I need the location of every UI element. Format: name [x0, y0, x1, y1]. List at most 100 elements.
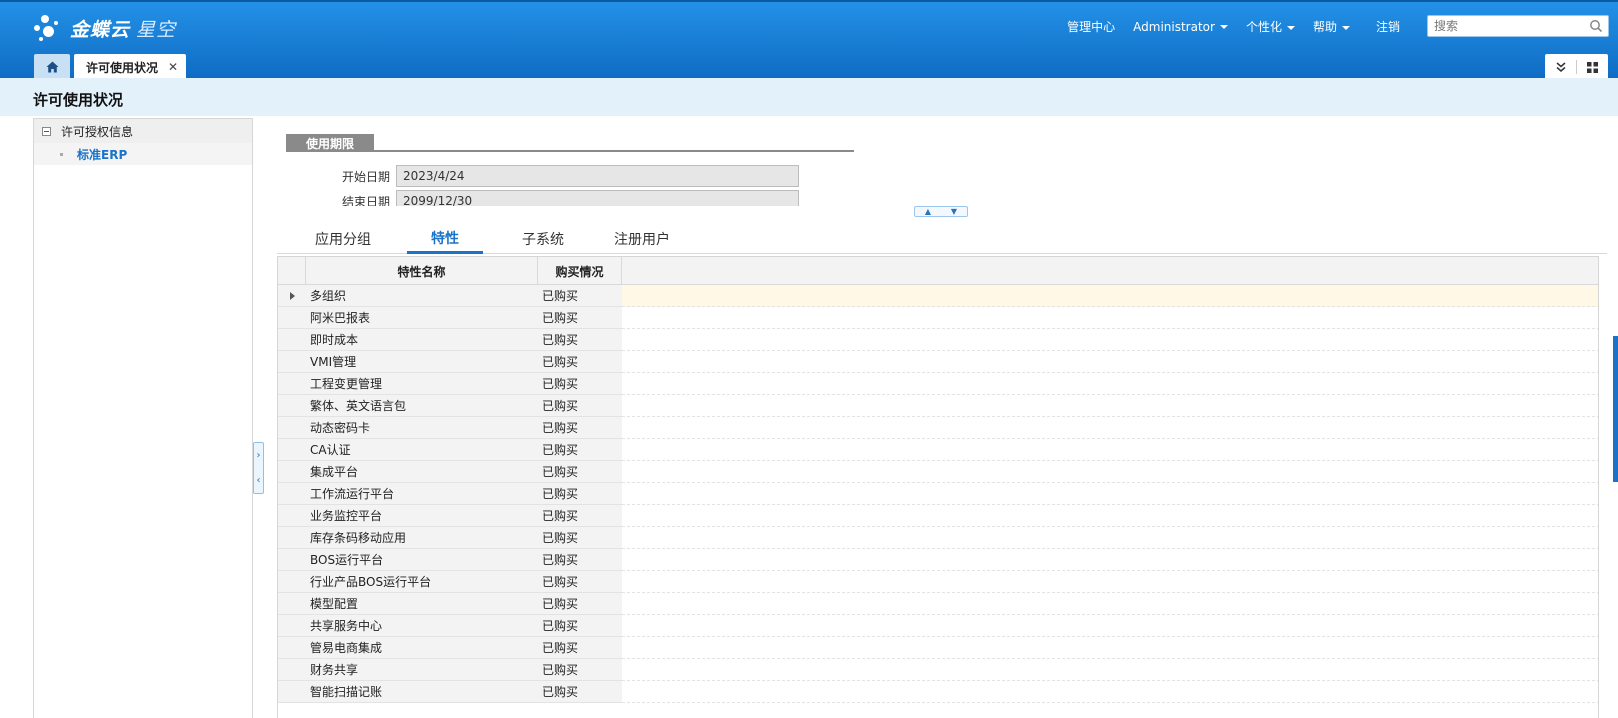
table-row[interactable]: 即时成本 已购买	[278, 329, 1598, 351]
cell-feature-name: 工作流运行平台	[306, 483, 538, 505]
column-header-purchase-status[interactable]: 购买情况	[538, 257, 622, 285]
start-date-field: 2023/4/24	[396, 165, 799, 187]
table-row[interactable]: 多组织 已购买	[278, 285, 1598, 307]
row-indicator[interactable]	[278, 285, 306, 307]
row-indicator[interactable]	[278, 615, 306, 637]
cell-feature-name: 繁体、英文语言包	[306, 395, 538, 417]
table-row[interactable]: 工作流运行平台 已购买	[278, 483, 1598, 505]
cell-empty	[622, 527, 1598, 549]
table-row[interactable]: 工程变更管理 已购买	[278, 373, 1598, 395]
cell-empty	[622, 395, 1598, 417]
cell-empty	[622, 637, 1598, 659]
section-expand-toggle[interactable]: ▲ ▼	[914, 206, 968, 217]
table-row[interactable]: 模型配置 已购买	[278, 593, 1598, 615]
row-indicator[interactable]	[278, 659, 306, 681]
cell-purchase-status: 已购买	[538, 329, 622, 351]
table-row[interactable]: 智能扫描记账 已购买	[278, 681, 1598, 703]
cell-purchase-status: 已购买	[538, 307, 622, 329]
panel-collapse-handle[interactable]: › ‹	[253, 442, 264, 494]
cell-purchase-status: 已购买	[538, 637, 622, 659]
cell-empty	[622, 593, 1598, 615]
cell-purchase-status: 已购买	[538, 527, 622, 549]
cell-purchase-status: 已购买	[538, 483, 622, 505]
cell-empty	[622, 483, 1598, 505]
cell-empty	[622, 505, 1598, 527]
row-indicator[interactable]	[278, 461, 306, 483]
cell-feature-name: 智能扫描记账	[306, 681, 538, 703]
tab-subsystems[interactable]: 子系统	[505, 224, 581, 254]
cell-purchase-status: 已购买	[538, 285, 622, 307]
row-indicator[interactable]	[278, 637, 306, 659]
cell-empty	[622, 373, 1598, 395]
row-indicator[interactable]	[278, 505, 306, 527]
row-indicator[interactable]	[278, 439, 306, 461]
cell-empty	[622, 659, 1598, 681]
cell-purchase-status: 已购买	[538, 417, 622, 439]
table-row[interactable]: 动态密码卡 已购买	[278, 417, 1598, 439]
table-row[interactable]: 阿米巴报表 已购买	[278, 307, 1598, 329]
cell-feature-name: 库存条码移动应用	[306, 527, 538, 549]
scroll-indicator[interactable]	[1613, 336, 1618, 482]
row-indicator[interactable]	[278, 373, 306, 395]
row-indicator[interactable]	[278, 417, 306, 439]
cell-feature-name: 财务共享	[306, 659, 538, 681]
cell-empty	[622, 549, 1598, 571]
cell-empty	[622, 439, 1598, 461]
chevron-left-icon: ‹	[256, 474, 261, 486]
row-indicator[interactable]	[278, 549, 306, 571]
table-row[interactable]: 库存条码移动应用 已购买	[278, 527, 1598, 549]
end-date-label: 结束日期	[341, 194, 390, 207]
row-indicator[interactable]	[278, 307, 306, 329]
period-section-label: 使用期限	[286, 134, 374, 152]
chevron-up-icon[interactable]: ▲	[925, 207, 931, 216]
cell-purchase-status: 已购买	[538, 461, 622, 483]
row-indicator[interactable]	[278, 395, 306, 417]
tab-registered-users[interactable]: 注册用户	[597, 224, 687, 254]
table-row[interactable]: 管易电商集成 已购买	[278, 637, 1598, 659]
cell-feature-name: 业务监控平台	[306, 505, 538, 527]
cell-purchase-status: 已购买	[538, 395, 622, 417]
tab-features[interactable]: 特性	[407, 224, 483, 254]
cell-empty	[622, 329, 1598, 351]
cell-empty	[622, 307, 1598, 329]
cell-empty	[622, 351, 1598, 373]
cell-feature-name: CA认证	[306, 439, 538, 461]
cell-purchase-status: 已购买	[538, 593, 622, 615]
cell-purchase-status: 已购买	[538, 549, 622, 571]
cell-purchase-status: 已购买	[538, 373, 622, 395]
row-indicator[interactable]	[278, 571, 306, 593]
cell-empty	[622, 571, 1598, 593]
row-indicator[interactable]	[278, 593, 306, 615]
table-row[interactable]: 业务监控平台 已购买	[278, 505, 1598, 527]
table-row[interactable]: BOS运行平台 已购买	[278, 549, 1598, 571]
tab-app-groups[interactable]: 应用分组	[305, 224, 381, 254]
end-date-row: 结束日期 2099/12/30	[286, 190, 799, 206]
table-row[interactable]: 财务共享 已购买	[278, 659, 1598, 681]
grid-header: 特性名称 购买情况	[278, 257, 1598, 285]
cell-empty	[622, 681, 1598, 703]
cell-feature-name: 模型配置	[306, 593, 538, 615]
cell-purchase-status: 已购买	[538, 351, 622, 373]
row-indicator[interactable]	[278, 681, 306, 703]
cell-empty	[622, 615, 1598, 637]
cell-purchase-status: 已购买	[538, 615, 622, 637]
table-row[interactable]: 集成平台 已购买	[278, 461, 1598, 483]
table-row[interactable]: 共享服务中心 已购买	[278, 615, 1598, 637]
table-row[interactable]: CA认证 已购买	[278, 439, 1598, 461]
table-row[interactable]: 行业产品BOS运行平台 已购买	[278, 571, 1598, 593]
chevron-down-icon[interactable]: ▼	[951, 207, 957, 216]
table-row[interactable]: VMI管理 已购买	[278, 351, 1598, 373]
cell-feature-name: 集成平台	[306, 461, 538, 483]
cell-purchase-status: 已购买	[538, 505, 622, 527]
table-row[interactable]: 繁体、英文语言包 已购买	[278, 395, 1598, 417]
cell-empty	[622, 285, 1598, 307]
period-section-header: 使用期限	[286, 132, 854, 152]
row-indicator[interactable]	[278, 483, 306, 505]
end-date-field: 2099/12/30	[396, 190, 799, 206]
column-header-feature-name[interactable]: 特性名称	[306, 257, 538, 285]
period-section: 使用期限 开始日期 2023/4/24 结束日期 2099/12/30	[0, 0, 1618, 206]
row-indicator[interactable]	[278, 329, 306, 351]
cell-purchase-status: 已购买	[538, 659, 622, 681]
row-indicator[interactable]	[278, 527, 306, 549]
row-indicator[interactable]	[278, 351, 306, 373]
